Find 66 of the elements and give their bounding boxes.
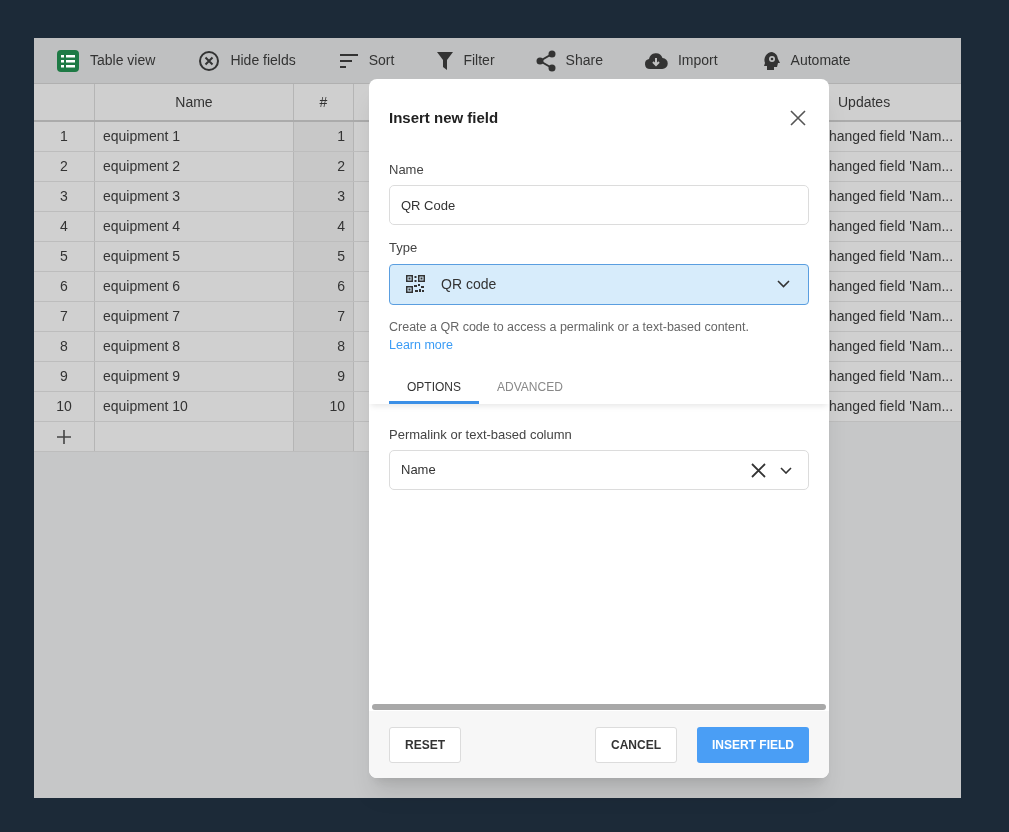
close-circle-icon	[198, 49, 221, 72]
head-gear-icon	[762, 50, 781, 71]
table-cell-text: hanged field 'Nam...	[829, 277, 955, 296]
column-header[interactable]: Updates	[829, 84, 961, 120]
column-dropdown[interactable]: Name	[389, 450, 809, 490]
table-cell-text: hanged field 'Nam...	[829, 307, 955, 326]
sort-icon	[338, 52, 359, 69]
dialog-button[interactable]: RESET	[389, 726, 461, 763]
toolbar-button[interactable]: Table view	[56, 43, 156, 78]
clear-icon[interactable]	[751, 462, 766, 478]
table-cell-text: hanged field 'Nam...	[829, 127, 955, 146]
row-number: 2	[34, 152, 95, 181]
name-input[interactable]: QR Code	[389, 185, 809, 225]
plus-icon	[56, 428, 72, 445]
dialog-button[interactable]: CANCEL	[595, 726, 677, 763]
table-cell-text: hanged field 'Nam...	[829, 247, 955, 266]
table-cell-text: hanged field 'Nam...	[829, 217, 955, 236]
column-header[interactable]: #	[294, 84, 354, 120]
dialog-title: Insert new field	[389, 108, 499, 128]
cloud-download-icon	[643, 51, 668, 70]
toolbar-button[interactable]: Share	[535, 43, 603, 78]
table-cell: 2	[294, 152, 354, 181]
table-cell: 1	[294, 122, 354, 151]
toolbar-button[interactable]: Sort	[338, 43, 395, 78]
table-cell: 6	[294, 272, 354, 301]
field-label: Type	[389, 239, 419, 257]
toolbar-button[interactable]: Automate	[762, 43, 851, 78]
table-cell: 5	[294, 242, 354, 271]
column-header[interactable]: Name	[95, 84, 294, 120]
row-number: 7	[34, 302, 95, 331]
table-cell-text: hanged field 'Nam...	[829, 397, 955, 416]
chevron-down-icon	[780, 466, 792, 474]
toolbar-button[interactable]: Import	[643, 43, 718, 78]
row-number: 1	[34, 122, 95, 151]
table-cell-text: hanged field 'Nam...	[829, 157, 955, 176]
qr-code-icon	[406, 275, 425, 293]
row-number: 8	[34, 332, 95, 361]
table-cell: 8	[294, 332, 354, 361]
filter-icon	[437, 51, 454, 70]
table-icon	[56, 48, 80, 73]
row-number: 4	[34, 212, 95, 241]
share-icon	[535, 49, 556, 72]
row-number: 5	[34, 242, 95, 271]
toolbar-button[interactable]: Filter	[437, 43, 495, 78]
table-cell: 9	[294, 362, 354, 391]
row-number: 6	[34, 272, 95, 301]
row-number: 9	[34, 362, 95, 391]
row-number: 10	[34, 392, 95, 421]
row-number: 3	[34, 182, 95, 211]
tab[interactable]: ADVANCED	[479, 373, 581, 404]
table-cell-text: hanged field 'Nam...	[829, 367, 955, 386]
tab[interactable]: OPTIONS	[389, 373, 479, 404]
chevron-down-icon	[777, 280, 790, 288]
field-label: Name	[389, 160, 425, 179]
type-dropdown[interactable]: QR code	[389, 263, 809, 305]
table-cell: 7	[294, 302, 354, 331]
table-cell-text: hanged field 'Nam...	[829, 337, 955, 356]
table-cell: 10	[294, 392, 354, 421]
table-cell-text: hanged field 'Nam...	[829, 187, 955, 206]
field-label: Permalink or text-based column	[389, 425, 573, 444]
scrollbar[interactable]	[372, 704, 826, 710]
close-icon	[790, 110, 806, 127]
toolbar-button[interactable]: Hide fields	[198, 43, 296, 78]
description-text: Create a QR code to access a permalink or a text-based content.	[389, 318, 750, 336]
table-cell: 3	[294, 182, 354, 211]
table-cell: 4	[294, 212, 354, 241]
